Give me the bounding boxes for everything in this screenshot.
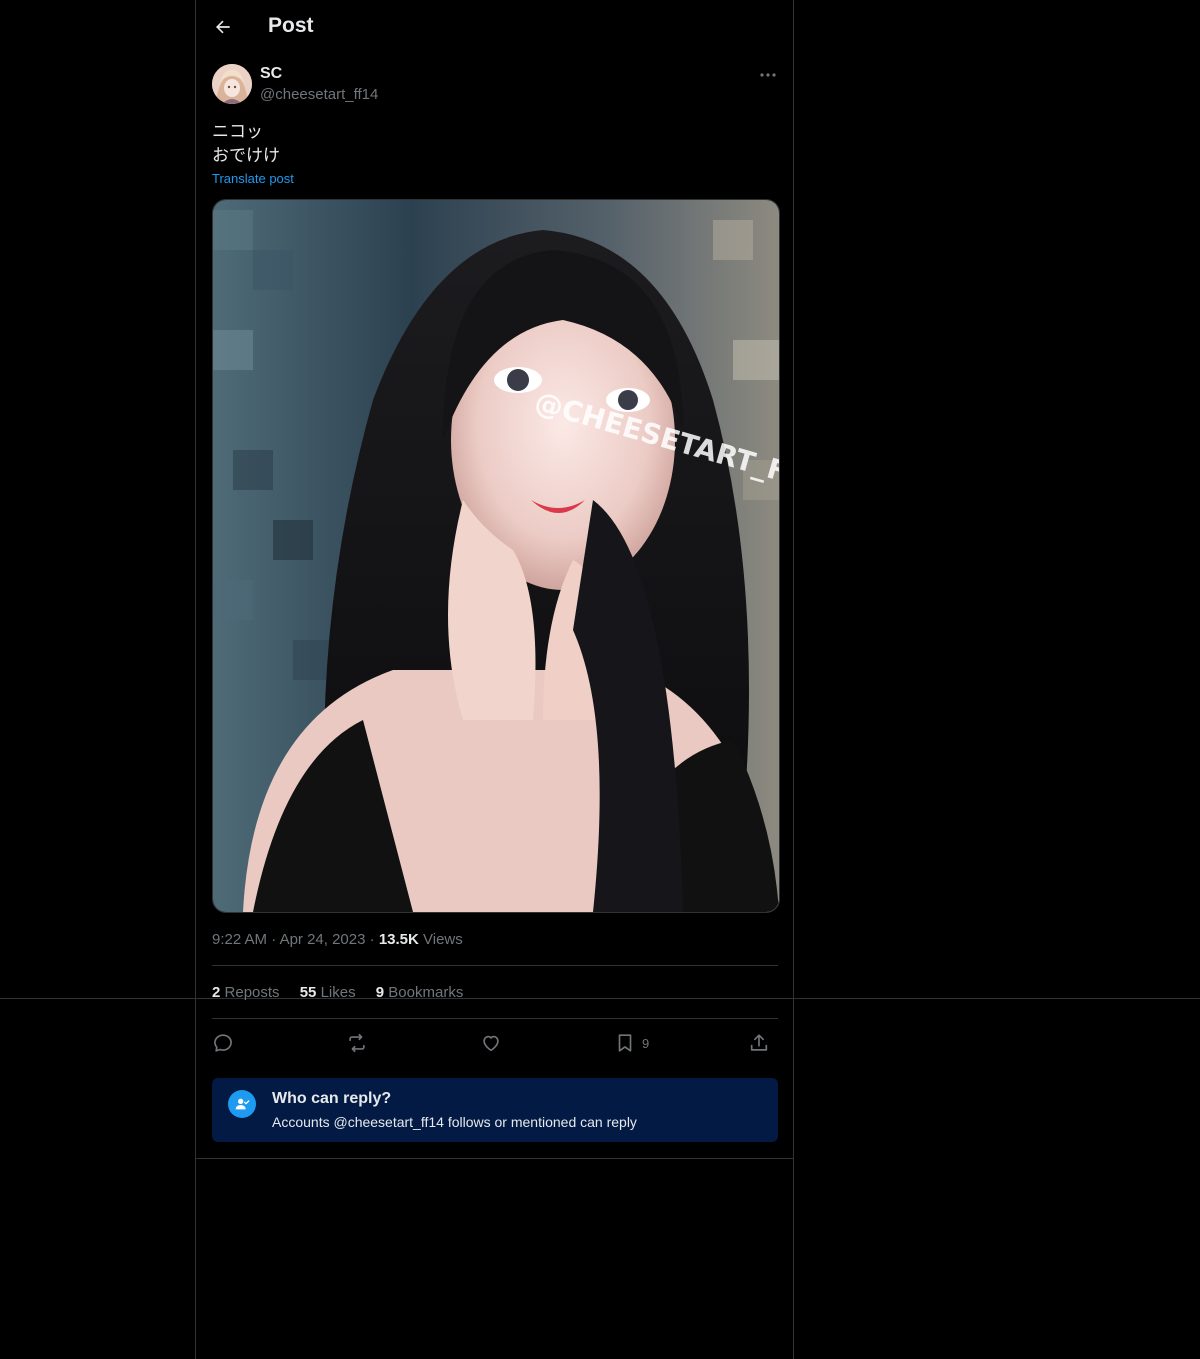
post-header: Post [196, 0, 793, 54]
post-stats: 2 Reposts 55 Likes 9 Bookmarks [212, 984, 479, 1001]
action-bar: 9 [212, 1026, 778, 1060]
repost-button[interactable] [346, 1030, 368, 1056]
user-check-icon [228, 1090, 256, 1118]
author-display-name[interactable]: SC [260, 65, 282, 83]
more-horizontal-icon [760, 73, 776, 77]
views-count: 13.5K [378, 931, 419, 948]
reply-button[interactable] [212, 1030, 234, 1056]
meta-dot: · [271, 931, 277, 948]
post-date[interactable]: Apr 24, 2023 [280, 931, 366, 948]
post-text-line-1: ニコッ [212, 122, 263, 142]
divider [212, 965, 778, 966]
repost-icon [349, 1033, 365, 1053]
who-can-reply-banner[interactable]: Who can reply? Accounts @cheesetart_ff14… [212, 1078, 778, 1142]
page-title: Post [268, 14, 314, 37]
likes-label: Likes [320, 984, 356, 1001]
post-column: Post SC @cheesetart_ff14 ニコッ おでけけ Transl… [195, 0, 794, 1359]
likes-stat[interactable]: 55 Likes [300, 984, 356, 1001]
views-label: Views [423, 931, 463, 948]
post-text-line-2: おでけけ [212, 146, 280, 166]
bookmarks-label: Bookmarks [388, 984, 464, 1001]
post-meta: 9:22 AM · Apr 24, 2023 · 13.5K Views [212, 931, 463, 948]
more-options-button[interactable] [754, 64, 782, 86]
photo: @CHEESETART_FF14 [213, 200, 779, 912]
share-icon [750, 1034, 768, 1051]
share-button[interactable] [748, 1030, 770, 1056]
avatar-image [212, 64, 252, 104]
reposts-count: 2 [212, 984, 221, 1001]
heart-icon [483, 1035, 499, 1052]
reposts-stat[interactable]: 2 Reposts [212, 984, 280, 1001]
like-button[interactable] [480, 1030, 502, 1056]
translate-post-link[interactable]: Translate post [212, 171, 294, 186]
bookmark-icon [618, 1034, 632, 1052]
bookmark-count: 9 [642, 1035, 650, 1051]
who-can-reply-subtitle: Accounts @cheesetart_ff14 follows or men… [272, 1114, 637, 1130]
divider [196, 1158, 793, 1159]
likes-count: 55 [299, 984, 317, 1001]
meta-dot: · [369, 931, 375, 948]
who-can-reply-title: Who can reply? [272, 1090, 392, 1107]
back-button[interactable] [208, 12, 238, 42]
post-time[interactable]: 9:22 AM [212, 931, 267, 948]
arrow-left-icon [216, 20, 230, 34]
divider [212, 1018, 778, 1019]
post-text: ニコッ おでけけ [212, 120, 280, 168]
bookmarks-count: 9 [375, 984, 385, 1001]
post-media-image[interactable]: @CHEESETART_FF14 [212, 199, 780, 913]
bookmark-button[interactable]: 9 [614, 1030, 649, 1056]
author-handle[interactable]: @cheesetart_ff14 [260, 86, 378, 103]
avatar[interactable] [212, 64, 252, 104]
reposts-label: Reposts [224, 984, 280, 1001]
bookmarks-stat[interactable]: 9 Bookmarks [376, 984, 464, 1001]
reply-icon [214, 1034, 232, 1052]
